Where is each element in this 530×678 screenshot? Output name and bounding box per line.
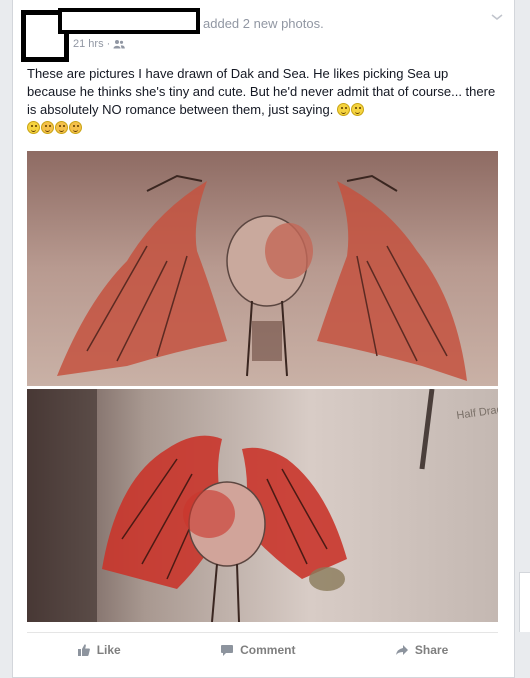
post-action-text: added 2 new photos.	[203, 16, 324, 31]
redacted-author-name[interactable]	[58, 8, 200, 34]
smile-emoji-icon	[337, 103, 350, 116]
share-button[interactable]: Share	[395, 643, 448, 657]
post-meta: 21 hrs ·	[73, 38, 126, 50]
smile-emoji-icon	[27, 121, 40, 134]
like-button[interactable]: Like	[77, 643, 121, 657]
chevron-down-icon[interactable]	[490, 12, 504, 22]
blush-emoji-icon	[69, 121, 82, 134]
emoji-row	[27, 119, 497, 137]
post-card: added 2 new photos. 21 hrs · These are p…	[12, 0, 515, 678]
post-timestamp[interactable]: 21 hrs	[73, 38, 104, 50]
blush-emoji-icon	[41, 121, 54, 134]
comment-icon	[221, 645, 234, 656]
like-label: Like	[96, 643, 121, 657]
thumbs-up-icon	[77, 644, 90, 656]
meta-separator: ·	[106, 38, 111, 50]
post-actions: Like Comment Share	[27, 638, 498, 662]
post-photo-1[interactable]	[27, 151, 498, 386]
actions-divider	[27, 632, 498, 633]
post-text: These are pictures I have drawn of Dak a…	[27, 65, 497, 137]
comment-button[interactable]: Comment	[220, 643, 295, 657]
comment-label: Comment	[240, 643, 296, 657]
share-label: Share	[414, 643, 449, 657]
post-photo-2[interactable]: Half Drag...	[27, 389, 498, 622]
share-arrow-icon	[395, 645, 408, 655]
side-panel-edge	[519, 572, 530, 632]
blush-emoji-icon	[55, 121, 68, 134]
post-body: These are pictures I have drawn of Dak a…	[27, 66, 496, 117]
friends-icon[interactable]	[113, 39, 126, 49]
smile-emoji-icon	[351, 103, 364, 116]
